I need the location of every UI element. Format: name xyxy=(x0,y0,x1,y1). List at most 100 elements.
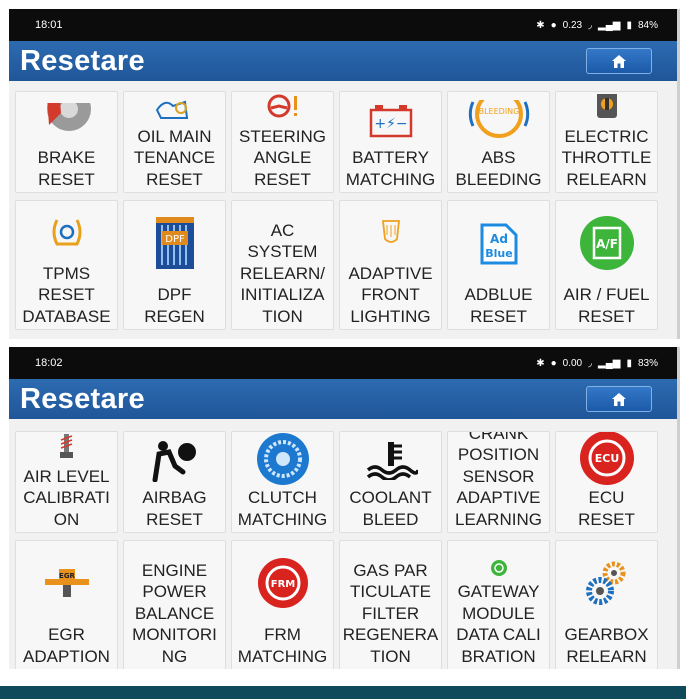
bottom-bar xyxy=(0,686,686,699)
tile-label: ELECTRIC THROTTLE RELEARN xyxy=(561,126,652,189)
clutch-icon xyxy=(256,433,309,485)
tile-electric-throttle-relearn[interactable]: ELECTRIC THROTTLE RELEARN xyxy=(555,91,658,193)
tile-label: ENGINE POWER BALANCE MONITORI NG xyxy=(132,560,217,666)
tile-label: STEERING ANGLE RESET xyxy=(239,126,326,189)
tile-steering-angle-reset[interactable]: STEERING ANGLE RESET xyxy=(231,91,334,193)
tile-oil-maintenance-reset[interactable]: OIL MAIN TENANCE RESET xyxy=(123,91,226,193)
signal-icon: ▂▄▆ xyxy=(598,357,621,369)
tile-egr-adaption[interactable]: EGR EGR ADAPTION xyxy=(15,540,118,669)
tile-label: ADBLUE RESET xyxy=(464,285,533,326)
coolant-icon xyxy=(366,441,418,480)
tile-label: DPF REGEN xyxy=(144,285,205,326)
tile-tpms-reset-database[interactable]: TPMS RESET DATABASE xyxy=(15,200,118,330)
svg-text:BLEEDING: BLEEDING xyxy=(478,107,519,116)
gears-icon xyxy=(585,561,625,605)
egr-icon: EGR xyxy=(44,568,89,597)
adblue-icon: AdBlue xyxy=(480,223,517,264)
svg-text:EGR: EGR xyxy=(59,572,76,580)
tile-label: OIL MAIN TENANCE RESET xyxy=(133,126,216,189)
tile-label: ADAPTIVE FRONT LIGHTING xyxy=(348,263,433,326)
tile-frm-matching[interactable]: FRM FRM MATCHING xyxy=(231,540,334,669)
signal-icon: ▂▄▆ xyxy=(598,19,621,31)
status-icons: ✱ ● 0.23 ◞ ▂▄▆ ▮ 84% xyxy=(536,20,658,31)
status-time: 18:02 xyxy=(35,357,63,369)
tile-label: GEARBOX RELEARN xyxy=(564,625,649,666)
tile-label: ECU RESET xyxy=(578,488,635,529)
home-icon xyxy=(612,392,626,406)
tile-air-level-calibration[interactable]: AIR LEVEL CALIBRATI ON xyxy=(15,431,118,533)
tile-ac-system-relearn[interactable]: AC SYSTEM RELEARN/ INITIALIZA TION xyxy=(231,200,334,330)
ecu-icon: ECU xyxy=(579,432,634,485)
tile-gateway-module[interactable]: GATEWAY MODULE DATA CALI BRATION xyxy=(447,540,550,669)
air-fuel-icon: A/F xyxy=(579,215,634,270)
battery-status-icon: ▮ xyxy=(626,19,632,31)
tile-ecu-reset[interactable]: ECU ECU RESET xyxy=(555,431,658,533)
tile-airbag-reset[interactable]: AIRBAG RESET xyxy=(123,431,226,533)
svg-text:DPF: DPF xyxy=(165,234,185,245)
tile-label: AIR / FUEL RESET xyxy=(563,285,650,326)
wifi-icon: ◞ xyxy=(588,19,592,31)
page-title: Resetare xyxy=(20,382,145,415)
tile-label: BRAKE RESET xyxy=(37,148,96,189)
home-button[interactable] xyxy=(586,48,652,74)
svg-text:ECU: ECU xyxy=(594,452,619,465)
app-header: Resetare xyxy=(9,379,678,419)
battery-percent: 83% xyxy=(637,357,658,369)
status-icons: ✱ ● 0.00 ◞ ▂▄▆ ▮ 83% xyxy=(536,358,658,369)
tile-gearbox-relearn[interactable]: GEARBOX RELEARN xyxy=(555,540,658,669)
tile-label: TPMS RESET DATABASE xyxy=(22,263,111,326)
throttle-icon xyxy=(596,93,617,118)
tile-label: FRM MATCHING xyxy=(237,625,328,666)
bluetooth-icon: ✱ xyxy=(536,19,545,31)
tile-brake-reset[interactable]: BRAKE RESET xyxy=(15,91,118,193)
tile-label: GATEWAY MODULE DATA CALI BRATION xyxy=(456,582,541,666)
net-speed: 0.00 xyxy=(562,357,583,369)
abs-icon: BLEEDING xyxy=(468,99,529,138)
tile-dpf-regen[interactable]: DPF DPF REGEN xyxy=(123,200,226,330)
headlight-icon xyxy=(381,219,400,243)
tile-adaptive-front-lighting[interactable]: ADAPTIVE FRONT LIGHTING xyxy=(339,200,442,330)
page-title: Resetare xyxy=(20,44,145,77)
oil-can-icon xyxy=(155,100,188,119)
battery-percent: 84% xyxy=(637,19,658,31)
gateway-icon xyxy=(490,560,507,576)
location-icon: ● xyxy=(550,19,557,31)
tile-label: CLUTCH MATCHING xyxy=(237,488,328,529)
tile-coolant-bleed[interactable]: COOLANT BLEED xyxy=(339,431,442,533)
tile-gas-particulate-filter[interactable]: GAS PAR TICULATE FILTER REGENERA TION xyxy=(339,540,442,669)
tile-engine-power-balance[interactable]: ENGINE POWER BALANCE MONITORI NG xyxy=(123,540,226,669)
svg-text:FRM: FRM xyxy=(270,579,295,590)
dpf-icon: DPF xyxy=(155,216,194,269)
tile-abs-bleeding[interactable]: BLEEDING ABS BLEEDING xyxy=(447,91,550,193)
tile-battery-matching[interactable]: +⚡− BATTERY MATCHING xyxy=(339,91,442,193)
location-icon: ● xyxy=(550,357,557,369)
tile-air-fuel-reset[interactable]: A/F AIR / FUEL RESET xyxy=(555,200,658,330)
tile-clutch-matching[interactable]: CLUTCH MATCHING xyxy=(231,431,334,533)
function-grid: BRAKE RESET OIL MAIN TENANCE RESET STEER… xyxy=(15,91,668,330)
bluetooth-icon: ✱ xyxy=(536,357,545,369)
home-icon xyxy=(612,54,626,68)
tile-label: EGR ADAPTION xyxy=(23,625,110,666)
svg-text:A/F: A/F xyxy=(596,237,618,251)
tile-label: AIR LEVEL CALIBRATI ON xyxy=(23,466,110,529)
tile-label: ABS BLEEDING xyxy=(455,148,542,189)
svg-text:Ad: Ad xyxy=(490,232,508,246)
status-bar: 18:02 ✱ ● 0.00 ◞ ▂▄▆ ▮ 83% xyxy=(9,347,678,379)
brake-disc-icon xyxy=(46,102,91,131)
status-bar: 18:01 ✱ ● 0.23 ◞ ▂▄▆ ▮ 84% xyxy=(9,9,678,41)
tpms-icon xyxy=(52,219,81,246)
tile-adblue-reset[interactable]: Ad Blue ADBLUE RESET xyxy=(447,200,550,330)
screenshot-2: 18:02 ✱ ● 0.00 ◞ ▂▄▆ ▮ 83% Resetare AIR … xyxy=(9,347,678,669)
status-time: 18:01 xyxy=(35,19,63,31)
tile-label: COOLANT BLEED xyxy=(349,488,432,529)
wifi-icon: ◞ xyxy=(588,357,592,369)
home-button[interactable] xyxy=(586,386,652,412)
battery-status-icon: ▮ xyxy=(626,357,632,369)
battery-icon: +⚡− xyxy=(369,104,412,137)
tile-crank-position-sensor[interactable]: CRANK POSITION SENSOR ADAPTIVE LEARNING xyxy=(447,431,550,533)
airbag-icon xyxy=(152,440,196,482)
net-speed: 0.23 xyxy=(562,19,583,31)
air-suspension-icon xyxy=(59,433,73,458)
tile-label: CRANK POSITION SENSOR ADAPTIVE LEARNING xyxy=(455,431,542,529)
frm-icon: FRM xyxy=(257,557,308,608)
